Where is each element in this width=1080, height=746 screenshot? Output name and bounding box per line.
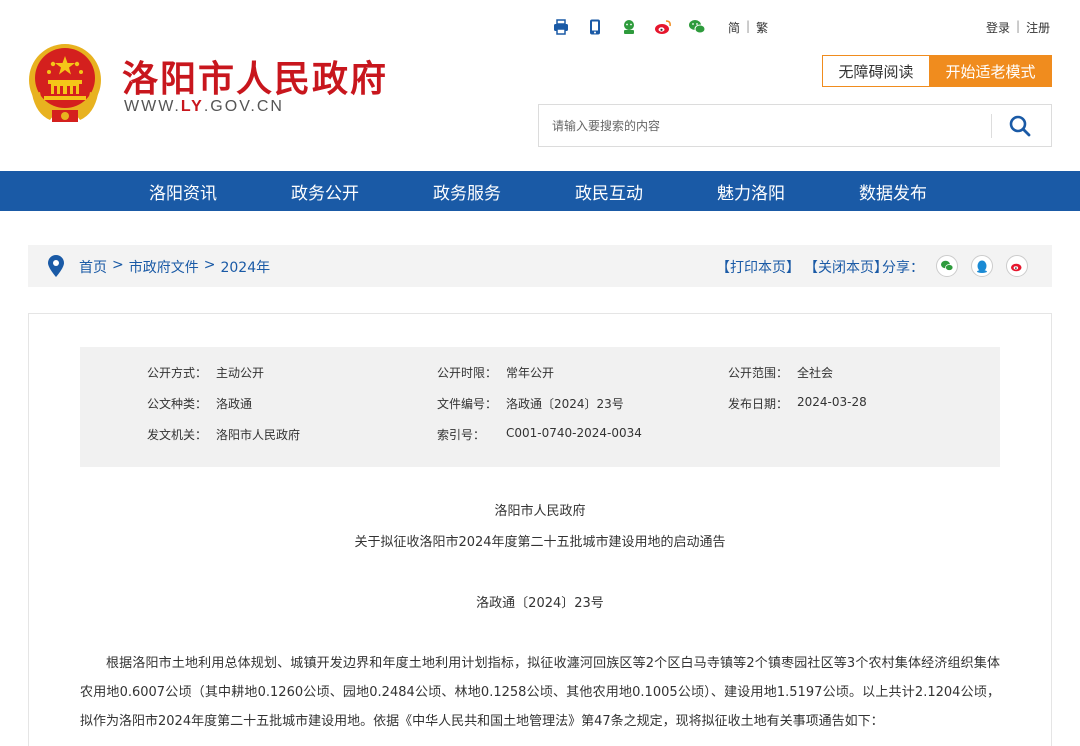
wechat-mp-icon[interactable] — [620, 18, 638, 36]
close-page-link[interactable]: 【关闭本页】 — [804, 257, 888, 277]
lang-simplified[interactable]: 简 — [728, 19, 740, 36]
meta-doc-no-label: 文件编号： — [437, 397, 498, 411]
nav-item-government-affairs[interactable]: 政务公开 — [254, 171, 396, 211]
meta-index-label: 索引号： — [437, 428, 486, 442]
site-url-ly: LY — [180, 98, 204, 115]
search-icon — [1009, 115, 1031, 137]
search-input[interactable] — [539, 105, 991, 146]
main-nav: 洛阳资讯 政务公开 政务服务 政民互动 魅力洛阳 数据发布 — [0, 171, 1080, 211]
elder-mode-button[interactable]: 开始适老模式 — [929, 55, 1052, 87]
document-title: 关于拟征收洛阳市2024年度第二十五批城市建设用地的启动通告 — [354, 535, 726, 550]
meta-open-period-value: 常年公开 — [506, 366, 555, 380]
share-buttons — [936, 255, 1028, 277]
site-url-prefix: WWW. — [124, 98, 181, 115]
site-url: WWW.LY.GOV.CN — [124, 98, 284, 116]
wechat-icon — [941, 260, 954, 271]
location-pin-icon — [48, 255, 64, 277]
share-weibo-button[interactable] — [1006, 255, 1028, 277]
breadcrumb-year[interactable]: 2024年 — [220, 257, 270, 277]
breadcrumb-city-documents[interactable]: 市政府文件 — [129, 257, 199, 277]
search-box — [538, 104, 1052, 147]
meta-doc-no-value: 洛政通〔2024〕23号 — [506, 397, 624, 411]
meta-open-scope-label: 公开范围： — [728, 366, 789, 380]
mobile-icon[interactable] — [586, 18, 604, 36]
top-icon-bar — [552, 18, 706, 36]
meta-pub-date-label: 发布日期： — [728, 397, 789, 411]
nav-item-interaction[interactable]: 政民互动 — [538, 171, 680, 211]
meta-issuer-label: 发文机关： — [147, 428, 208, 442]
share-qq-button[interactable] — [971, 255, 993, 277]
search-divider — [991, 114, 992, 138]
nav-item-government-services[interactable]: 政务服务 — [396, 171, 538, 211]
lang-traditional[interactable]: 繁 — [756, 19, 768, 36]
search-button[interactable] — [999, 109, 1041, 143]
wechat-icon[interactable] — [688, 18, 706, 36]
document-metadata: 公开方式： 主动公开 公开时限： 常年公开 公开范围： 全社会 公文种类： 洛政… — [80, 347, 1000, 467]
lang-separator: | — [746, 19, 751, 33]
nav-item-data-release[interactable]: 数据发布 — [822, 171, 964, 211]
meta-doc-type-value: 洛政通 — [216, 397, 253, 411]
breadcrumb: 首页 > 市政府文件 > 2024年 — [79, 257, 270, 277]
site-header: 洛阳市人民政府 WWW.LY.GOV.CN 简 | 繁 登录 | 注册 无障碍阅… — [0, 0, 1080, 171]
share-label: 分享： — [882, 260, 924, 276]
meta-open-period-label: 公开时限： — [437, 366, 498, 380]
register-link[interactable]: 注册 — [1026, 19, 1050, 36]
page-tools: 【打印本页】 【关闭本页】 — [716, 257, 888, 277]
weibo-icon — [1011, 263, 1022, 272]
nav-item-charming-luoyang[interactable]: 魅力洛阳 — [680, 171, 822, 211]
national-emblem-icon — [29, 44, 101, 122]
printer-icon[interactable] — [552, 18, 570, 36]
breadcrumb-separator: > — [203, 257, 216, 273]
breadcrumb-home[interactable]: 首页 — [79, 257, 107, 277]
language-switch: 简 | 繁 — [728, 19, 768, 36]
weibo-icon[interactable] — [654, 18, 672, 36]
print-page-link[interactable]: 【打印本页】 — [716, 257, 800, 277]
meta-doc-type-label: 公文种类： — [147, 397, 208, 411]
login-link[interactable]: 登录 — [986, 19, 1010, 36]
meta-open-mode-value: 主动公开 — [216, 366, 265, 380]
breadcrumb-separator: > — [112, 257, 124, 273]
site-title[interactable]: 洛阳市人民政府 — [122, 50, 388, 102]
document-body-paragraph: 根据洛阳市土地利用总体规划、城镇开发边界和年度土地利用计划指标，拟征收瀍河回族区… — [80, 656, 1000, 729]
site-url-suffix: .GOV.CN — [203, 98, 284, 115]
accessible-reading-button[interactable]: 无障碍阅读 — [822, 55, 930, 87]
qq-icon — [977, 260, 987, 273]
auth-separator: | — [1016, 19, 1021, 33]
breadcrumb-bar: 首页 > 市政府文件 > 2024年 【打印本页】 【关闭本页】 分享： — [28, 245, 1052, 287]
meta-open-scope-value: 全社会 — [797, 366, 834, 380]
meta-open-mode-label: 公开方式： — [147, 366, 208, 380]
auth-links: 登录 | 注册 — [986, 19, 1050, 36]
meta-pub-date-value: 2024-03-28 — [797, 395, 867, 409]
share-wechat-button[interactable] — [936, 255, 958, 277]
nav-item-luoyang-news[interactable]: 洛阳资讯 — [112, 171, 254, 211]
document-issuer: 洛阳市人民政府 — [494, 504, 586, 519]
document-number: 洛政通〔2024〕23号 — [476, 596, 604, 611]
meta-issuer-value: 洛阳市人民政府 — [216, 428, 301, 442]
meta-index-value: C001-0740-2024-0034 — [506, 426, 642, 440]
